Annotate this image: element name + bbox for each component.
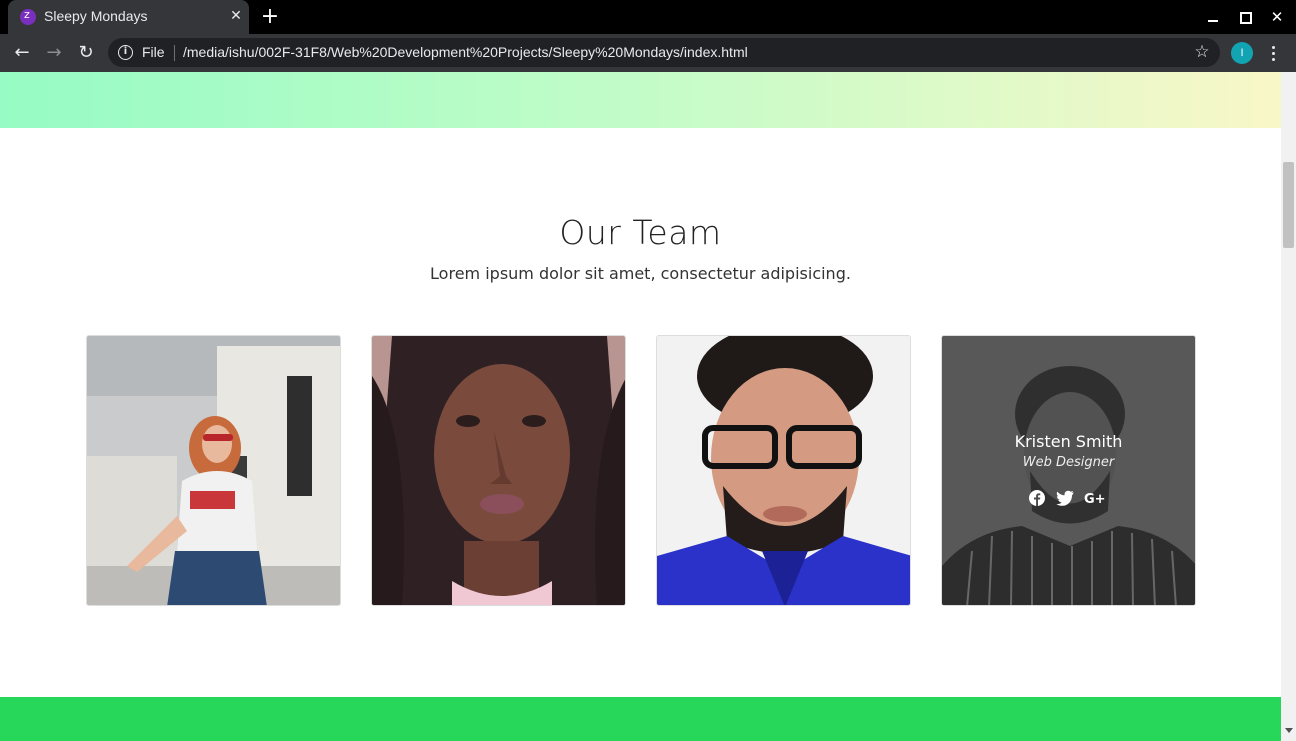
browser-menu-icon[interactable] — [1264, 42, 1284, 64]
scroll-down-arrow-icon[interactable] — [1285, 728, 1293, 733]
footer-green-band — [0, 697, 1281, 741]
team-member-card[interactable] — [371, 335, 626, 606]
facebook-icon[interactable] — [1029, 490, 1049, 510]
address-separator — [174, 45, 175, 61]
page-viewport: Our Team Lorem ipsum dolor sit amet, con… — [0, 72, 1281, 741]
member-name: Kristen Smith — [1014, 432, 1123, 451]
team-member-photo — [372, 336, 625, 605]
maximize-window-button[interactable] — [1234, 6, 1256, 28]
back-button[interactable]: ← — [9, 40, 35, 66]
site-info-icon[interactable]: i — [118, 45, 133, 60]
url-text[interactable]: /media/ishu/002F-31F8/Web%20Development%… — [183, 44, 748, 60]
scrollbar-thumb[interactable] — [1283, 162, 1294, 248]
team-member-card[interactable] — [656, 335, 911, 606]
bookmark-star-icon[interactable]: ☆ — [1192, 41, 1212, 63]
site-favicon-icon — [20, 8, 36, 25]
google-plus-icon[interactable]: G+ — [1084, 490, 1106, 510]
browser-toolbar: ← → ↻ i File /media/ishu/002F-31F8/Web%2… — [0, 34, 1296, 72]
card-hover-overlay: Kristen Smith Web Designer G+ — [942, 336, 1195, 605]
reload-button[interactable]: ↻ — [73, 40, 99, 66]
address-bar[interactable]: i File /media/ishu/002F-31F8/Web%20Devel… — [108, 38, 1220, 67]
browser-tab[interactable]: Sleepy Mondays ✕ — [8, 0, 249, 34]
minimize-window-button[interactable] — [1202, 6, 1224, 28]
new-tab-button[interactable]: + — [258, 4, 282, 30]
close-window-button[interactable]: ✕ — [1266, 6, 1288, 28]
team-member-photo — [657, 336, 910, 605]
tab-title: Sleepy Mondays — [44, 8, 148, 24]
team-member-card-active[interactable]: Kristen Smith Web Designer G+ — [941, 335, 1196, 606]
member-role: Web Designer — [1022, 455, 1115, 470]
tab-close-icon[interactable]: ✕ — [226, 5, 246, 27]
page-scrollbar[interactable] — [1281, 72, 1296, 741]
team-section-title: Our Team — [559, 213, 722, 252]
forward-button[interactable]: → — [41, 40, 67, 66]
header-gradient-band — [0, 72, 1281, 128]
scheme-label: File — [142, 44, 165, 60]
twitter-icon[interactable] — [1056, 490, 1076, 510]
tab-strip: Sleepy Mondays ✕ + ✕ — [0, 0, 1296, 34]
team-member-photo — [87, 336, 340, 605]
team-section-subtitle: Lorem ipsum dolor sit amet, consectetur … — [430, 264, 851, 283]
profile-avatar[interactable]: I — [1231, 42, 1253, 64]
team-member-card[interactable] — [86, 335, 341, 606]
